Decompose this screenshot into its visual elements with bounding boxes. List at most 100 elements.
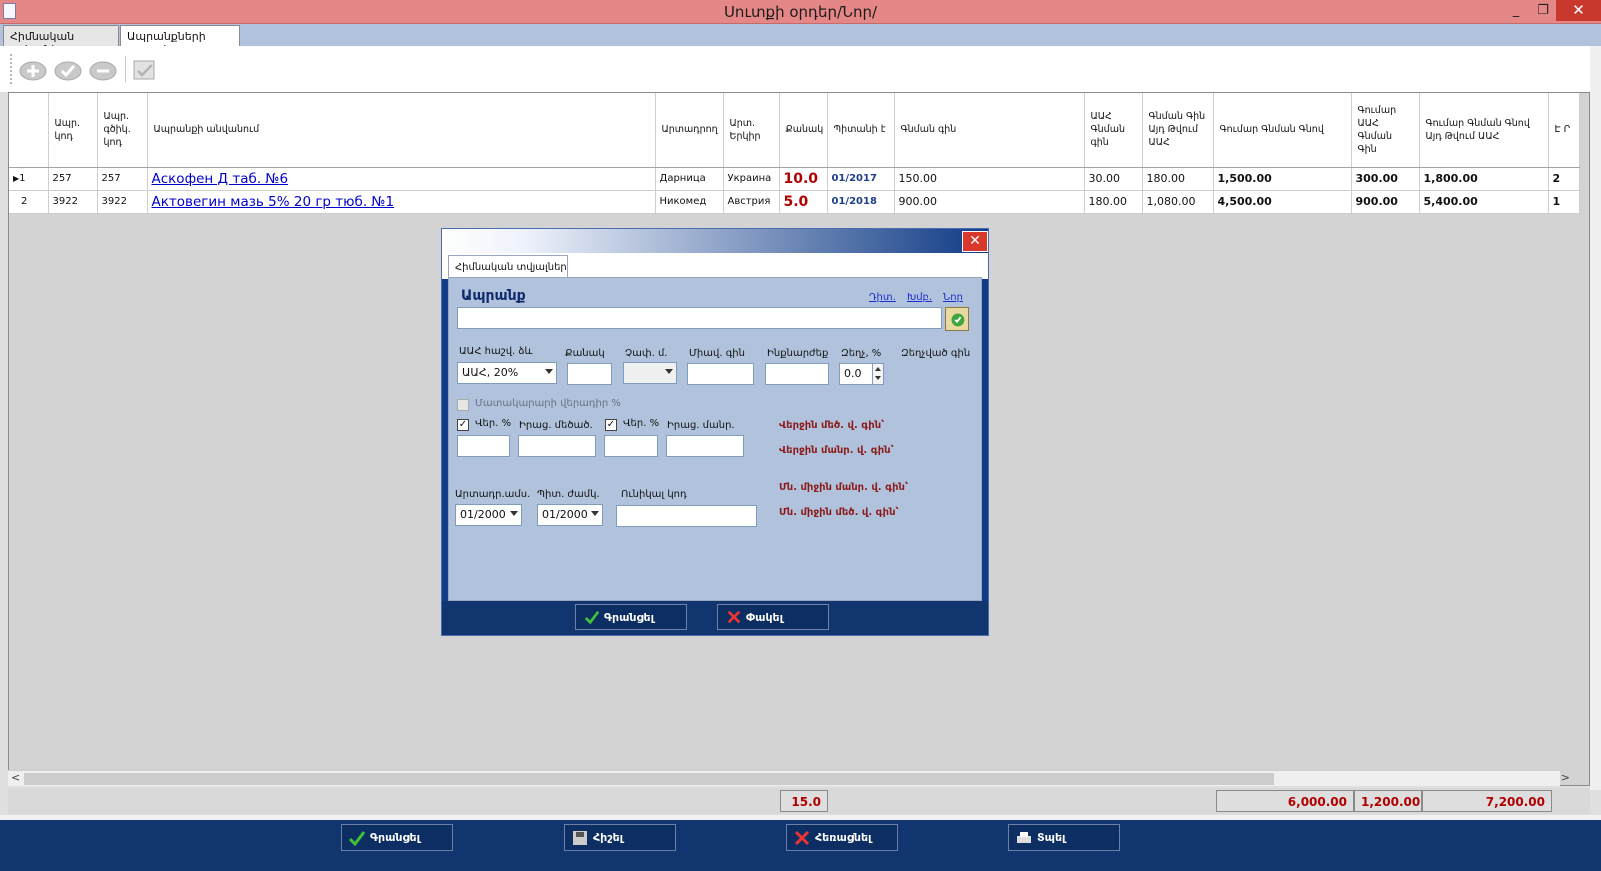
printer-icon (1017, 832, 1031, 843)
col-header (9, 93, 49, 168)
unit-select[interactable] (623, 362, 677, 384)
floppy-icon (573, 831, 587, 845)
supplier-markup-checkbox[interactable] (457, 399, 469, 411)
scroll-right-icon[interactable]: > (1561, 771, 1570, 784)
scroll-thumb[interactable] (24, 773, 1274, 785)
tab-main-data[interactable]: Հիմնական տվյալներ (3, 25, 119, 56)
col-header[interactable]: Է Ր (1548, 93, 1580, 168)
maximize-button[interactable]: ❐ (1530, 0, 1556, 21)
col-header[interactable]: Գումար Գնման Գնով (1213, 93, 1352, 168)
edit-link[interactable]: Խմբ. (907, 292, 932, 303)
product-heading: Ապրանք (461, 288, 526, 304)
cell-product-name[interactable]: Актовегин мазь 5% 20 гр тюб. №1 (147, 190, 656, 214)
bottom-bar: Գրանցել Հիշել Հեռացնել Տպել (0, 815, 1601, 871)
cell-country[interactable]: Австрия (723, 190, 780, 214)
markup2-input[interactable] (604, 435, 658, 457)
cell-sum-total[interactable]: 1,800.00 (1419, 167, 1549, 191)
col-header[interactable]: ԱԱՀ Գնման գին (1084, 93, 1143, 168)
remember-button[interactable]: Հիշել (564, 824, 676, 851)
cell-sum[interactable]: 4,500.00 (1213, 190, 1352, 214)
col-header[interactable]: Ապր. գծիկ. կոդ (97, 93, 148, 168)
cell-maker[interactable]: Дарница (655, 167, 724, 191)
col-header[interactable]: Գնման Գին Այդ Թվում ԱԱՀ (1142, 93, 1214, 168)
exp-date-select[interactable]: 01/2000 (537, 504, 603, 526)
markup1-input[interactable] (457, 435, 510, 457)
print-button[interactable]: Տպել (1008, 824, 1120, 851)
vertical-scrollbar[interactable] (1590, 46, 1601, 790)
col-header[interactable]: Պիտանի է (827, 93, 895, 168)
dialog-tab-main[interactable]: Հիմնական տվյալներ (448, 255, 568, 279)
retail-mid-label: Իրաց. մեծած. (519, 420, 593, 431)
product-link[interactable]: Аскофен Д таб. №6 (152, 171, 289, 187)
markup1-checkbox[interactable]: ✓ (457, 419, 469, 431)
col-header[interactable]: Գնման գին (894, 93, 1085, 168)
table-row[interactable]: ▶1 257 257 Аскофен Д таб. №6 Дарница Укр… (9, 167, 1580, 191)
col-header[interactable]: Գումար ԱԱՀ Գնման Գին (1351, 93, 1420, 168)
discount-spinner[interactable] (872, 363, 884, 385)
cell-price-with-vat[interactable]: 180.00 (1142, 167, 1214, 191)
cell-sum-vat[interactable]: 300.00 (1351, 167, 1420, 191)
delete-button[interactable]: Հեռացնել (786, 824, 898, 851)
product-link[interactable]: Актовегин мазь 5% 20 гр тюб. №1 (152, 194, 395, 210)
col-header[interactable]: Ապրանքի անվանում (147, 93, 656, 168)
product-input[interactable] (457, 307, 942, 329)
cell-expiry[interactable]: 01/2018 (827, 190, 895, 214)
markup2-checkbox[interactable]: ✓ (605, 419, 617, 431)
close-button[interactable]: ✕ (1556, 0, 1601, 21)
cell-vat[interactable]: 30.00 (1084, 167, 1143, 191)
delete-row-icon[interactable] (88, 55, 118, 83)
dialog-close-button[interactable]: Փակել (717, 604, 829, 630)
cell-sum[interactable]: 1,500.00 (1213, 167, 1352, 191)
edit-row-icon[interactable] (53, 55, 83, 83)
scroll-left-icon[interactable]: < (11, 771, 20, 784)
dialog-close-icon[interactable]: ✕ (962, 231, 988, 252)
col-header[interactable]: Ապր. կոդ (48, 93, 98, 168)
cell-code[interactable]: 3922 (48, 190, 98, 214)
unique-code-input[interactable] (616, 505, 757, 527)
checklist-icon[interactable] (130, 55, 155, 83)
cell-code[interactable]: 257 (48, 167, 98, 191)
cell-extra[interactable]: 2 (1548, 167, 1580, 191)
col-header[interactable]: Գումար Գնման Գնով Այդ Թվում ԱԱՀ (1419, 93, 1549, 168)
retail-small-input[interactable] (666, 435, 744, 457)
prod-date-select[interactable]: 01/2000 (455, 504, 522, 526)
view-link[interactable]: Դիտ. (869, 292, 896, 303)
unit-price-input[interactable] (687, 363, 754, 385)
save-button[interactable]: Գրանցել (341, 824, 453, 851)
cell-country[interactable]: Украина (723, 167, 780, 191)
cell-sum-vat[interactable]: 900.00 (1351, 190, 1420, 214)
cell-extra[interactable]: 1 (1548, 190, 1580, 214)
cell-barcode[interactable]: 257 (97, 167, 148, 191)
cell-product-name[interactable]: Аскофен Д таб. №6 (147, 167, 656, 191)
dialog-body: Ապրանք Դիտ. Խմբ. Նոր ԱԱՀ հաշվ. ձև Քանակ … (448, 277, 982, 601)
title-bar: Սուտքի օրդեր/Նոր/ _ ❐ ✕ (0, 0, 1601, 24)
cell-price[interactable]: 150.00 (894, 167, 1085, 191)
retail-mid-input[interactable] (518, 435, 596, 457)
vat-calc-select[interactable]: ԱԱՀ, 20% (457, 362, 557, 384)
cell-vat[interactable]: 180.00 (1084, 190, 1143, 214)
cell-sum-total[interactable]: 5,400.00 (1419, 190, 1549, 214)
dialog-save-button[interactable]: Գրանցել (575, 604, 687, 630)
cell-barcode[interactable]: 3922 (97, 190, 148, 214)
new-link[interactable]: Նոր (943, 292, 963, 303)
cell-price[interactable]: 900.00 (894, 190, 1085, 214)
discount-input[interactable]: 0.0 (839, 363, 873, 385)
cell-maker[interactable]: Никомед (655, 190, 724, 214)
cell-expiry[interactable]: 01/2017 (827, 167, 895, 191)
cell-quantity[interactable]: 10.0 (779, 167, 828, 191)
horizontal-scrollbar[interactable]: < > (8, 770, 1570, 786)
col-header[interactable]: Արտ. Երկիր (723, 93, 780, 168)
cell-quantity[interactable]: 5.0 (779, 190, 828, 214)
cell-price-with-vat[interactable]: 1,080.00 (1142, 190, 1214, 214)
product-search-icon[interactable] (945, 307, 969, 331)
dialog-tab-strip: Հիմնական տվյալներ (442, 253, 988, 279)
add-row-icon[interactable] (18, 55, 48, 83)
col-header[interactable]: Արտադրող (655, 93, 724, 168)
tab-product-list[interactable]: Ապրանքների ցուցակ (120, 25, 240, 56)
minimize-button[interactable]: _ (1503, 0, 1529, 21)
cost-label: Ինքնարժեք (767, 348, 829, 359)
qty-input[interactable] (567, 363, 612, 385)
table-row[interactable]: 2 3922 3922 Актовегин мазь 5% 20 гр тюб.… (9, 190, 1580, 214)
col-header[interactable]: Քանակ (779, 93, 828, 168)
cost-input[interactable] (765, 363, 829, 385)
